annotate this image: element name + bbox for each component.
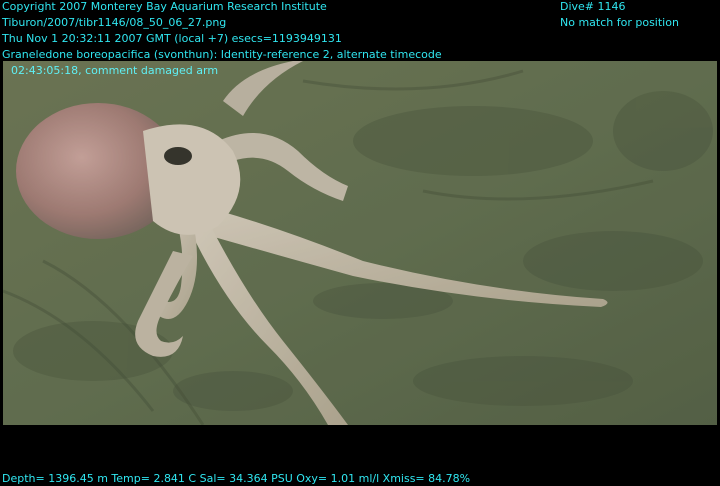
comment-text: 02:43:05:18, comment damaged arm [11,64,219,77]
copyright-text: Copyright 2007 Monterey Bay Aquarium Res… [2,0,327,13]
species-annotation: Graneledone boreopacifica (svonthun): Id… [2,48,442,61]
datetime-text: Thu Nov 1 20:32:11 2007 GMT (local +7) e… [2,32,342,45]
dive-number: Dive# 1146 [560,0,626,13]
position-status: No match for position [560,16,679,29]
filename-text: Tiburon/2007/tibr1146/08_50_06_27.png [2,16,227,29]
telemetry-readout: Depth= 1396.45 m Temp= 2.841 C Sal= 34.3… [2,472,471,485]
seafloor-scene [3,61,717,425]
video-frame [3,61,717,425]
